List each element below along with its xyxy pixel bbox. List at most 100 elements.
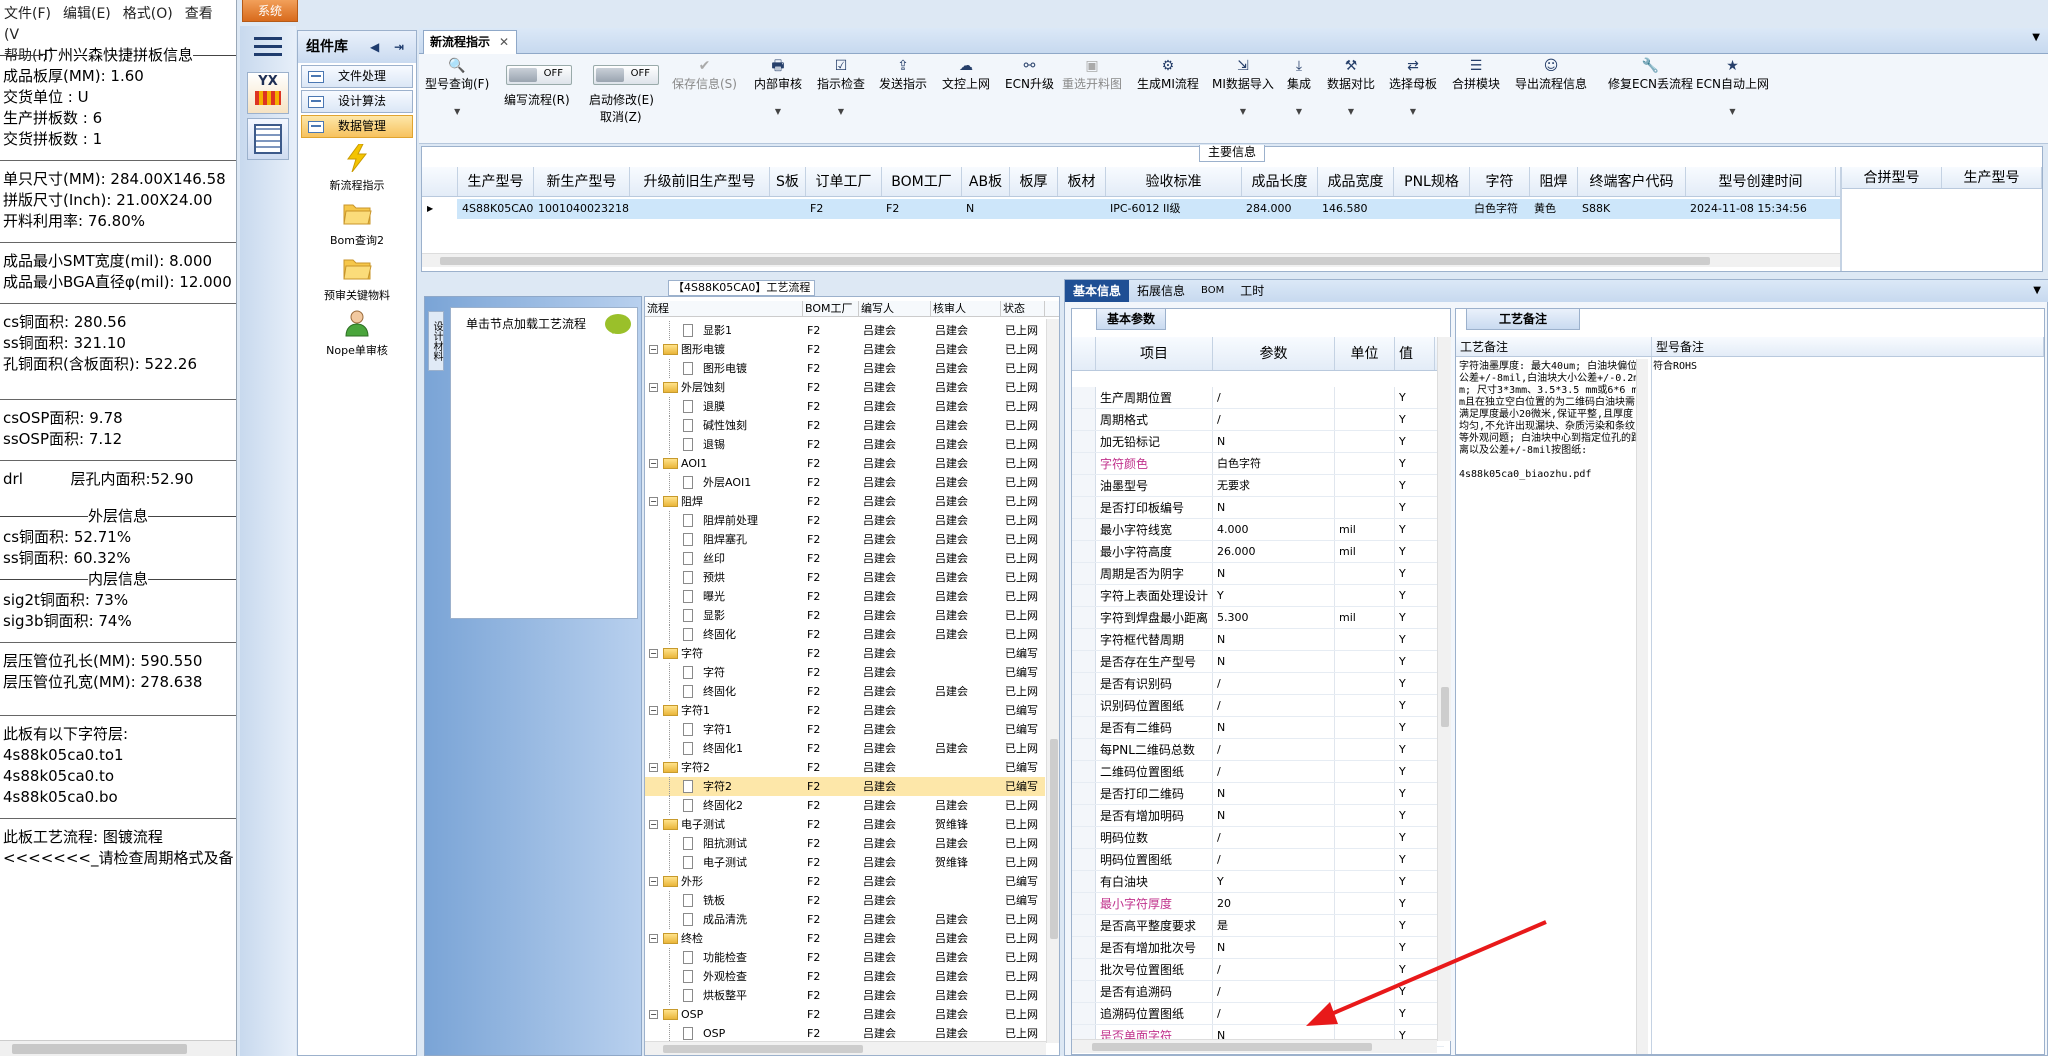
pre-review-material-item[interactable]: 预审关键物料 [298,254,416,303]
tree-leaf-node[interactable]: 外层AOI1 F2 吕建会 吕建会 已上网 [645,473,1045,492]
tree-leaf-node[interactable]: 曝光 F2 吕建会 吕建会 已上网 [645,587,1045,606]
hamburger-menu-icon[interactable] [248,32,288,64]
expander-icon[interactable]: − [649,820,658,829]
param-row[interactable]: 是否有识别码 / Y [1072,673,1444,695]
tree-leaf-node[interactable]: 终固化1 F2 吕建会 吕建会 已上网 [645,739,1045,758]
col-header[interactable]: BOM工厂 [882,167,962,196]
tree-leaf-node[interactable]: 字符 F2 吕建会 已编写 [645,663,1045,682]
param-row[interactable]: 油墨型号 无要求 Y [1072,475,1444,497]
param-row[interactable]: 字符框代替周期 N Y [1072,629,1444,651]
tab-extended-info[interactable]: 拓展信息 [1129,280,1193,302]
col-header[interactable]: 订单工厂 [806,167,882,196]
param-row[interactable]: 周期是否为阴字 N Y [1072,563,1444,585]
expander-icon[interactable]: − [649,934,658,943]
save-info-button[interactable]: ✔ 保存信息(S) [672,58,737,92]
expander-icon[interactable]: − [649,345,658,354]
param-row[interactable]: 周期格式 / Y [1072,409,1444,431]
param-row[interactable]: 明码位置图纸 / Y [1072,849,1444,871]
tree-leaf-node[interactable]: 显影1 F2 吕建会 吕建会 已上网 [645,321,1045,340]
param-row[interactable]: 字符到焊盘最小距离 5.300 mil Y [1072,607,1444,629]
col-header[interactable]: 值 [1395,337,1435,370]
tree-group-node[interactable]: − 外形 F2 吕建会 已编写 [645,872,1045,891]
param-value[interactable]: / [1213,827,1335,848]
chevron-left-icon[interactable]: ◀ [370,31,379,63]
tree-leaf-node[interactable]: 终固化 F2 吕建会 吕建会 已上网 [645,625,1045,644]
param-row[interactable]: 是否存在生产型号 N Y [1072,651,1444,673]
tree-group-node[interactable]: − 电子测试 F2 吕建会 贺维锋 已上网 [645,815,1045,834]
col-header[interactable]: 流程 [645,301,803,316]
app-logo-icon[interactable]: YX [247,72,289,114]
param-value[interactable]: N [1213,937,1335,958]
mi-data-import-button[interactable]: ⇲ MI数据导入 ▼ [1212,58,1274,120]
param-value[interactable]: / [1213,1003,1335,1024]
param-row[interactable]: 字符上表面处理设计 Y Y [1072,585,1444,607]
horizontal-scrollbar[interactable] [422,253,1840,267]
tree-leaf-node[interactable]: 阻焊前处理 F2 吕建会 吕建会 已上网 [645,511,1045,530]
col-header[interactable]: 验收标准 [1106,167,1242,196]
param-row[interactable]: 字符颜色 白色字符 Y [1072,453,1444,475]
calculator-icon[interactable] [247,118,289,160]
col-header[interactable]: 合拼型号 [1842,167,1942,188]
expander-icon[interactable]: − [649,1010,658,1019]
tab-basic-info[interactable]: 基本信息 [1065,280,1130,302]
tree-group-node[interactable]: − 字符2 F2 吕建会 已编写 [645,758,1045,777]
col-header[interactable]: 生产型号 [458,167,534,196]
write-flow-toggle[interactable]: OFF [506,65,572,85]
col-header[interactable]: 终端客户代码 [1578,167,1686,196]
param-value[interactable]: 5.300 [1213,607,1335,628]
col-header[interactable]: 板厚 [1010,167,1058,196]
param-value[interactable]: N [1213,629,1335,650]
design-material-tab[interactable]: 设计材料 [428,311,444,371]
col-header[interactable]: AB板 [962,167,1010,196]
expander-icon[interactable]: − [649,497,658,506]
doc-control-online-button[interactable]: ☁ 文控上网 [942,58,990,92]
param-value[interactable]: / [1213,409,1335,430]
param-value[interactable]: N [1213,805,1335,826]
param-value[interactable]: N [1213,717,1335,738]
col-header[interactable]: 成品长度 [1242,167,1318,196]
expander-icon[interactable]: − [649,383,658,392]
tree-leaf-node[interactable]: 终固化 F2 吕建会 吕建会 已上网 [645,682,1045,701]
param-value[interactable]: N [1213,651,1335,672]
tree-leaf-node[interactable]: 退膜 F2 吕建会 吕建会 已上网 [645,397,1045,416]
param-row[interactable]: 有白油块 Y Y [1072,871,1444,893]
tree-leaf-node[interactable]: 退锡 F2 吕建会 吕建会 已上网 [645,435,1045,454]
tree-leaf-node[interactable]: 阻抗测试 F2 吕建会 吕建会 已上网 [645,834,1045,853]
tab-work-hours[interactable]: 工时 [1232,280,1272,302]
select-motherboard-button[interactable]: ⇄ 选择母板 ▼ [1389,58,1437,120]
param-value[interactable]: 是 [1213,915,1335,936]
col-header[interactable]: 核审人 [931,301,1001,316]
col-header[interactable]: BOM工厂 [803,301,859,316]
tree-leaf-node[interactable]: 字符2 F2 吕建会 已编写 [645,777,1045,796]
vertical-scrollbar[interactable] [1437,337,1451,1041]
tree-leaf-node[interactable]: 字符1 F2 吕建会 已编写 [645,720,1045,739]
param-value[interactable]: / [1213,959,1335,980]
chevron-down-icon[interactable]: ▼ [2032,32,2040,43]
param-value[interactable]: N [1213,563,1335,584]
param-row[interactable]: 明码位数 / Y [1072,827,1444,849]
param-value[interactable]: N [1213,431,1335,452]
reselect-cut-chart-button[interactable]: ▣ 重选开料图 [1062,58,1122,92]
tree-leaf-node[interactable]: 烘板整平 F2 吕建会 吕建会 已上网 [645,986,1045,1005]
flow-load-box[interactable]: 单击节点加载工艺流程 [450,307,638,619]
fix-ecn-lost-flow-button[interactable]: 🔧 修复ECN丢流程 [1608,58,1693,92]
integrate-button[interactable]: ⤓ 集成 ▼ [1287,58,1311,120]
horizontal-scrollbar[interactable] [645,1041,1046,1055]
new-flow-instruction-item[interactable]: 新流程指示 [298,143,416,193]
tree-group-node[interactable]: − AOI1 F2 吕建会 吕建会 已上网 [645,454,1045,473]
col-header[interactable]: 生产型号 [1942,167,2042,188]
expander-icon[interactable]: − [649,706,658,715]
col-header[interactable]: 型号备注 [1652,337,2044,356]
tree-leaf-node[interactable]: 电子测试 F2 吕建会 贺维锋 已上网 [645,853,1045,872]
tree-leaf-node[interactable]: 成品清洗 F2 吕建会 吕建会 已上网 [645,910,1045,929]
tree-group-node[interactable]: − 外层蚀刻 F2 吕建会 吕建会 已上网 [645,378,1045,397]
tab-bom[interactable]: BOM [1193,280,1232,302]
export-flow-info-button[interactable]: ☺ 导出流程信息 [1515,58,1587,92]
col-header[interactable]: 编写人 [859,301,931,316]
col-header[interactable]: 成品宽度 [1318,167,1394,196]
tree-leaf-node[interactable]: 阻焊塞孔 F2 吕建会 吕建会 已上网 [645,530,1045,549]
tree-leaf-node[interactable]: 显影 F2 吕建会 吕建会 已上网 [645,606,1045,625]
param-value[interactable]: 26.000 [1213,541,1335,562]
tree-group-node[interactable]: − 字符 F2 吕建会 已编写 [645,644,1045,663]
col-header[interactable]: 项目 [1096,337,1213,370]
